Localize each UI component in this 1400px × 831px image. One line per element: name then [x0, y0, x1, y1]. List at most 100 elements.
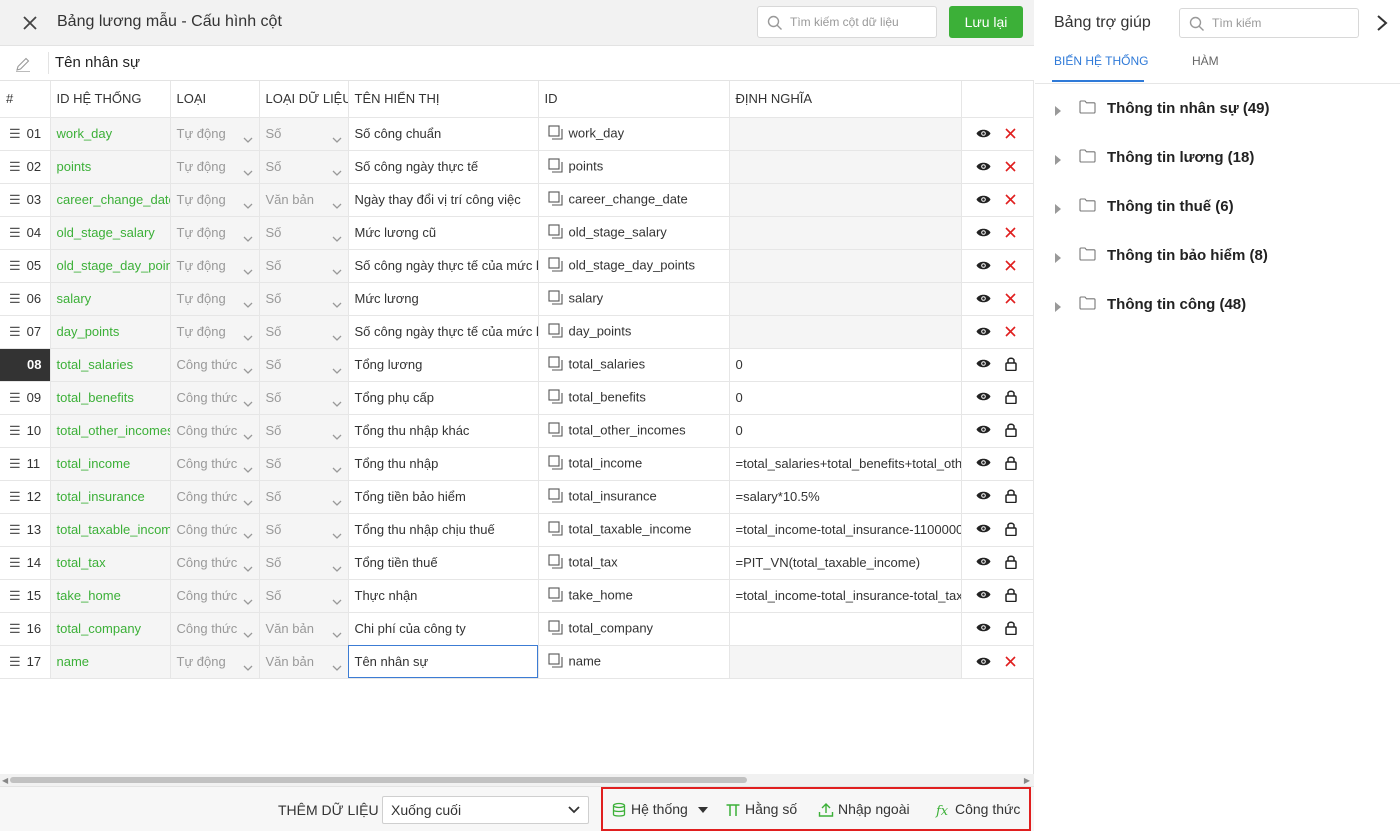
display-name-cell[interactable]: Chi phí của công ty: [348, 612, 539, 646]
id-cell[interactable]: old_stage_day_points: [538, 249, 730, 283]
row-number[interactable]: ☰ 11: [0, 447, 51, 481]
id-cell[interactable]: take_home: [538, 579, 730, 613]
data-type-select[interactable]: Số: [259, 381, 349, 415]
id-cell[interactable]: total_tax: [538, 546, 730, 580]
drag-handle-icon[interactable]: ☰: [9, 555, 21, 571]
type-select[interactable]: Công thức: [170, 612, 260, 646]
display-name-cell[interactable]: Số công chuẩn: [348, 117, 539, 151]
id-cell[interactable]: salary: [538, 282, 730, 316]
definition-cell[interactable]: =salary*10.5%: [729, 480, 962, 514]
type-select[interactable]: Công thức: [170, 546, 260, 580]
type-select[interactable]: Công thức: [170, 513, 260, 547]
data-type-select[interactable]: Số: [259, 546, 349, 580]
display-name-cell[interactable]: Tổng thu nhập khác: [348, 414, 539, 448]
scroll-right-icon[interactable]: ▶: [1024, 776, 1030, 785]
row-number[interactable]: ☰ 15: [0, 579, 51, 613]
lock-icon[interactable]: [1004, 521, 1017, 539]
delete-icon[interactable]: [1004, 325, 1016, 340]
copy-icon[interactable]: [547, 190, 563, 209]
delete-icon[interactable]: [1004, 292, 1016, 307]
definition-cell[interactable]: [729, 183, 962, 217]
copy-icon[interactable]: [547, 586, 563, 605]
delete-icon[interactable]: [1004, 193, 1016, 208]
drag-handle-icon[interactable]: ☰: [9, 126, 21, 142]
copy-icon[interactable]: [547, 454, 563, 473]
import-source-button[interactable]: Nhập ngoài: [818, 801, 910, 818]
table-row[interactable]: ☰ 12 total_insurance Công thức Số Tổng tiền b…: [0, 480, 1034, 514]
drag-handle-icon[interactable]: ☰: [9, 423, 21, 439]
display-name-cell[interactable]: Tổng lương: [348, 348, 539, 382]
definition-cell[interactable]: =total_income-total_insurance-1100000: [729, 513, 962, 547]
save-button[interactable]: Lưu lại: [949, 6, 1023, 38]
table-row[interactable]: ☰ 01 work_day Tự động Số Số công chuẩn work_da…: [0, 117, 1034, 151]
type-select[interactable]: Tự động: [170, 183, 260, 217]
display-name-cell[interactable]: Số công ngày thực tế: [348, 150, 539, 184]
eye-icon[interactable]: [976, 226, 991, 241]
drag-handle-icon[interactable]: ☰: [9, 159, 21, 175]
lock-icon[interactable]: [1004, 554, 1017, 572]
eye-icon[interactable]: [976, 588, 991, 603]
definition-cell[interactable]: =PIT_VN(total_taxable_income): [729, 546, 962, 580]
data-type-select[interactable]: Số: [259, 315, 349, 349]
copy-icon[interactable]: [547, 157, 563, 176]
display-name-cell[interactable]: Ngày thay đổi vị trí công việc: [348, 183, 539, 217]
copy-icon[interactable]: [547, 322, 563, 341]
type-select[interactable]: Tự động: [170, 282, 260, 316]
expand-caret-icon[interactable]: [1055, 104, 1061, 119]
data-type-select[interactable]: Số: [259, 216, 349, 250]
id-cell[interactable]: work_day: [538, 117, 730, 151]
display-name-cell[interactable]: Số công ngày thực tế của mức l: [348, 249, 539, 283]
type-select[interactable]: Tự động: [170, 315, 260, 349]
table-row[interactable]: ☰ 15 take_home Công thức Số Thực nhận take_hom…: [0, 579, 1034, 613]
expand-caret-icon[interactable]: [1055, 202, 1061, 217]
data-type-select[interactable]: Số: [259, 513, 349, 547]
type-select[interactable]: Tự động: [170, 249, 260, 283]
copy-icon[interactable]: [547, 553, 563, 572]
eye-icon[interactable]: [976, 292, 991, 307]
lock-icon[interactable]: [1004, 389, 1017, 407]
id-cell[interactable]: career_change_date: [538, 183, 730, 217]
display-name-cell[interactable]: Tổng thu nhập: [348, 447, 539, 481]
id-cell[interactable]: points: [538, 150, 730, 184]
copy-icon[interactable]: [547, 256, 563, 275]
data-type-select[interactable]: Số: [259, 249, 349, 283]
delete-icon[interactable]: [1004, 160, 1016, 175]
close-icon[interactable]: [20, 13, 40, 33]
definition-cell[interactable]: [729, 117, 962, 151]
table-row[interactable]: ☰ 06 salary Tự động Số Mức lương salary: [0, 282, 1034, 316]
delete-icon[interactable]: [1004, 226, 1016, 241]
drag-handle-icon[interactable]: ☰: [9, 522, 21, 538]
row-number[interactable]: ☰ 16: [0, 612, 51, 646]
expand-caret-icon[interactable]: [1055, 300, 1061, 315]
display-name-cell[interactable]: Tổng tiền bảo hiểm: [348, 480, 539, 514]
copy-icon[interactable]: [547, 652, 563, 671]
copy-icon[interactable]: [547, 355, 563, 374]
eye-icon[interactable]: [976, 160, 991, 175]
type-select[interactable]: Công thức: [170, 348, 260, 382]
row-number[interactable]: ☰ 02: [0, 150, 51, 184]
drag-handle-icon[interactable]: ☰: [9, 489, 21, 505]
id-cell[interactable]: day_points: [538, 315, 730, 349]
display-name-cell[interactable]: Thực nhận: [348, 579, 539, 613]
id-cell[interactable]: total_benefits: [538, 381, 730, 415]
table-row[interactable]: ☰ 17 name Tự động Văn bản Tên nhân sự name: [0, 645, 1034, 679]
table-row[interactable]: ☰ 09 total_benefits Công thức Số Tổng phụ cấp…: [0, 381, 1034, 415]
id-cell[interactable]: total_taxable_income: [538, 513, 730, 547]
id-cell[interactable]: total_income: [538, 447, 730, 481]
data-type-select[interactable]: Số: [259, 480, 349, 514]
table-row[interactable]: ☰ 10 total_other_incomes Công thức Số Tổng th…: [0, 414, 1034, 448]
data-type-select[interactable]: Số: [259, 150, 349, 184]
eye-icon[interactable]: [976, 621, 991, 636]
display-name-cell[interactable]: Tổng thu nhập chịu thuế: [348, 513, 539, 547]
display-name-cell[interactable]: Số công ngày thực tế của mức l: [348, 315, 539, 349]
eye-icon[interactable]: [976, 390, 991, 405]
table-row[interactable]: ☰ 05 old_stage_day_points Tự động Số Số công …: [0, 249, 1034, 283]
eye-icon[interactable]: [976, 423, 991, 438]
drag-handle-icon[interactable]: ☰: [9, 258, 21, 274]
row-number[interactable]: ☰ 10: [0, 414, 51, 448]
data-type-select[interactable]: Số: [259, 117, 349, 151]
definition-cell[interactable]: [729, 216, 962, 250]
definition-cell[interactable]: [729, 282, 962, 316]
drag-handle-icon[interactable]: ☰: [9, 225, 21, 241]
tab-system-variables[interactable]: BIẾN HỆ THỐNG: [1054, 54, 1148, 68]
